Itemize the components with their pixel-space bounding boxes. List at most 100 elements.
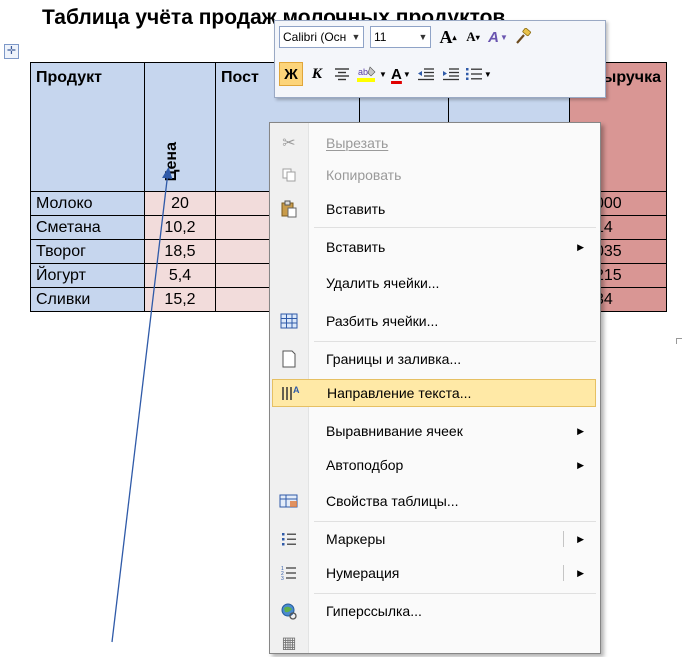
chevron-down-icon: ▼ [418, 32, 428, 42]
format-painter-icon [516, 28, 531, 44]
submenu-arrow-icon: ▶ [577, 241, 584, 252]
font-color-button[interactable]: A ▼ [390, 63, 412, 85]
align-center-icon [335, 68, 349, 81]
menu-item-label: Удалить ячейки... [326, 275, 440, 291]
header-price-cell[interactable]: Цена [144, 62, 216, 192]
decrease-indent-button[interactable] [415, 63, 437, 85]
menu-item-partial-icon: ▦ [281, 635, 297, 652]
cell-product[interactable]: Йогурт [30, 263, 145, 288]
paste-icon [272, 195, 306, 223]
font-size-combo[interactable]: 11 ▼ [370, 26, 431, 48]
menu-item-table-properties[interactable]: Свойства таблицы... [272, 487, 596, 515]
menu-item-paste[interactable]: Вставить [272, 195, 596, 223]
menu-separator [314, 593, 596, 594]
menu-item-partial[interactable]: ▦ [272, 629, 596, 657]
menu-item-cell-alignment[interactable]: Выравнивание ячеек ▶ [272, 417, 596, 445]
cell-price[interactable]: 20 [144, 191, 216, 216]
menu-split-divider [563, 531, 564, 547]
menu-item-bullets[interactable]: Маркеры ▶ [272, 525, 596, 553]
chevron-down-icon: ▼ [351, 32, 361, 42]
numbering-icon: 123 [272, 559, 306, 587]
menu-separator [314, 521, 596, 522]
cell-price[interactable]: 10,2 [144, 215, 216, 240]
grow-font-button[interactable]: A ▴ [437, 26, 459, 48]
menu-split-divider [563, 565, 564, 581]
menu-item-cut[interactable]: ✂ Вырезать [272, 129, 596, 157]
cell-product[interactable]: Сливки [30, 287, 145, 312]
styles-button[interactable]: A ▼ [487, 26, 509, 48]
font-name-combo[interactable]: Calibri (Осн ▼ [279, 26, 364, 48]
header-product[interactable]: Продукт [30, 62, 145, 192]
cell-product[interactable]: Молоко [30, 191, 145, 216]
bullets-toolbar-button[interactable]: ▼ [465, 63, 492, 85]
menu-item-label: Направление текста... [327, 385, 472, 401]
submenu-arrow-icon: ▶ [577, 459, 584, 470]
align-center-button[interactable] [331, 63, 353, 85]
italic-icon: К [311, 65, 323, 82]
menu-item-label: Разбить ячейки... [326, 313, 439, 329]
shrink-font-icon: A [466, 29, 476, 44]
menu-item-autofit[interactable]: Автоподбор ▶ [272, 451, 596, 479]
menu-item-label: Гиперссылка... [326, 603, 422, 619]
svg-text:3: 3 [281, 576, 284, 582]
bold-icon: Ж [284, 65, 298, 83]
italic-button[interactable]: К [306, 63, 328, 85]
menu-item-label: Вырезать [326, 135, 389, 151]
menu-item-split-cells[interactable]: Разбить ячейки... [272, 307, 596, 335]
menu-separator [314, 341, 596, 342]
submenu-arrow-icon: ▶ [577, 425, 584, 436]
menu-item-numbering[interactable]: 123 Нумерация ▶ [272, 559, 596, 587]
table-resize-corner[interactable] [676, 338, 682, 344]
menu-item-label: Границы и заливка... [326, 351, 462, 367]
menu-item-label: Маркеры [326, 531, 386, 547]
increase-indent-button[interactable] [440, 63, 462, 85]
menu-item-borders-shading[interactable]: Границы и заливка... [272, 345, 596, 373]
hyperlink-icon [272, 597, 306, 625]
menu-item-label: Нумерация [326, 565, 400, 581]
font-name-value: Calibri (Осн [283, 30, 347, 44]
grow-font-icon: A [439, 26, 453, 47]
cell-price[interactable]: 18,5 [144, 239, 216, 264]
menu-item-hyperlink[interactable]: Гиперссылка... [272, 597, 596, 625]
cell-product[interactable]: Сметана [30, 215, 145, 240]
format-painter-button[interactable] [512, 26, 534, 48]
menu-item-label: Автоподбор [326, 457, 404, 473]
menu-item-copy[interactable]: Копировать [272, 161, 596, 189]
mini-toolbar: Calibri (Осн ▼ 11 ▼ A ▴ A ▾ A ▼ Ж К ab ▼… [274, 20, 606, 98]
styles-icon: A [488, 28, 499, 46]
highlight-icon: ab [357, 66, 376, 82]
cell-price[interactable]: 5,4 [144, 263, 216, 288]
submenu-arrow-icon[interactable]: ▶ [577, 568, 584, 579]
menu-item-label: Вставить [326, 239, 386, 255]
menu-item-text-direction[interactable]: A Направление текста... [272, 379, 596, 407]
cell-product[interactable]: Творог [30, 239, 145, 264]
increase-indent-icon [442, 68, 459, 81]
menu-item-label: Копировать [326, 167, 402, 183]
menu-separator [314, 227, 596, 228]
bold-button[interactable]: Ж [279, 62, 303, 86]
highlight-button[interactable]: ab ▼ [356, 63, 387, 85]
menu-item-insert[interactable]: Вставить ▶ [272, 233, 596, 261]
bullets-icon [272, 525, 306, 553]
cell-price[interactable]: 15,2 [144, 287, 216, 312]
table-properties-icon [272, 487, 306, 515]
shrink-font-button[interactable]: A ▾ [462, 26, 484, 48]
menu-item-label: Вставить [326, 201, 386, 217]
bullets-icon [465, 68, 482, 80]
split-cells-icon [272, 307, 306, 335]
copy-icon [272, 161, 306, 189]
text-direction-icon: A [273, 379, 307, 407]
font-color-icon: A [391, 65, 402, 83]
context-menu: ✂ Вырезать Копировать Вставить Вставить … [269, 122, 601, 654]
menu-item-delete-cells[interactable]: Удалить ячейки... [272, 269, 596, 297]
font-size-value: 11 [374, 30, 387, 44]
borders-icon [272, 345, 306, 373]
header-price: Цена [163, 141, 180, 181]
submenu-arrow-icon[interactable]: ▶ [577, 534, 584, 545]
decrease-indent-icon [417, 68, 434, 81]
menu-item-label: Выравнивание ячеек [326, 423, 463, 439]
svg-text:ab: ab [358, 67, 368, 77]
table-move-handle-icon[interactable]: ✛ [4, 44, 19, 59]
menu-item-label: Свойства таблицы... [326, 493, 459, 509]
svg-text:A: A [293, 385, 300, 395]
